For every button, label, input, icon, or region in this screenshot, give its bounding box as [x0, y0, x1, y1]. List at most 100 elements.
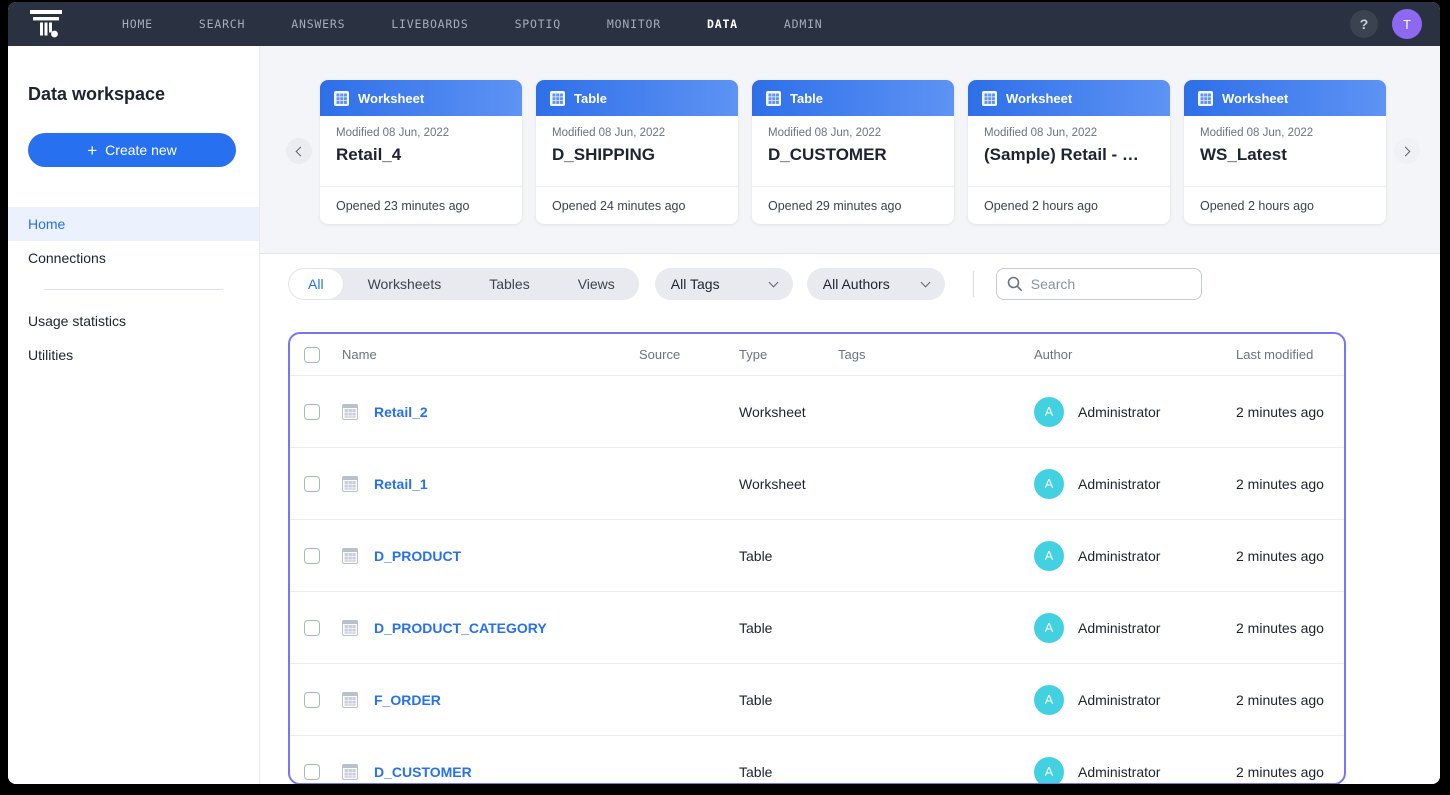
sidebar-item-usage-statistics[interactable]: Usage statistics: [8, 304, 259, 338]
nav-item-search[interactable]: SEARCH: [199, 17, 245, 31]
sidebar: Data workspace + Create new Home Connect…: [8, 46, 260, 784]
last-modified-cell: 2 minutes ago: [1236, 548, 1344, 564]
recent-card-retail-4[interactable]: Worksheet Modified 08 Jun, 2022 Retail_4…: [320, 80, 522, 224]
sidebar-item-home[interactable]: Home: [8, 207, 259, 241]
object-name-link[interactable]: Retail_1: [374, 476, 428, 492]
search-icon: [1007, 276, 1023, 292]
all-tags-dropdown[interactable]: All Tags: [655, 268, 793, 300]
card-title: Retail_4: [336, 145, 506, 165]
nav-item-monitor[interactable]: MONITOR: [607, 17, 661, 31]
chevron-down-icon: [768, 278, 778, 288]
author-name: Administrator: [1078, 692, 1160, 708]
all-authors-dropdown[interactable]: All Authors: [807, 268, 945, 300]
table-row: Retail_1 Worksheet A Administrator 2 min…: [290, 448, 1344, 520]
segment-worksheets[interactable]: Worksheets: [344, 268, 466, 300]
search-input[interactable]: [1031, 276, 1181, 292]
grid-table-icon: [334, 91, 349, 106]
grid-table-icon: [342, 620, 358, 636]
recent-cards: Worksheet Modified 08 Jun, 2022 Retail_4…: [320, 80, 1386, 224]
object-name-link[interactable]: F_ORDER: [374, 692, 441, 708]
row-checkbox[interactable]: [304, 620, 320, 636]
recent-card-d-customer[interactable]: Table Modified 08 Jun, 2022 D_CUSTOMER O…: [752, 80, 954, 224]
nav-item-liveboards[interactable]: LIVEBOARDS: [391, 17, 468, 31]
row-checkbox[interactable]: [304, 404, 320, 420]
card-opened-status: Opened 23 minutes ago: [320, 186, 522, 224]
row-checkbox[interactable]: [304, 764, 320, 780]
sidebar-divider: [44, 289, 223, 290]
card-opened-status: Opened 24 minutes ago: [536, 186, 738, 224]
search-box[interactable]: [996, 268, 1202, 300]
card-body: Modified 08 Jun, 2022 D_SHIPPING: [536, 116, 738, 186]
grid-table-icon: [342, 476, 358, 492]
author-avatar: A: [1034, 757, 1064, 785]
column-header-author[interactable]: Author: [1034, 347, 1236, 362]
object-name-link[interactable]: D_PRODUCT: [374, 548, 461, 564]
segment-all[interactable]: All: [288, 268, 344, 300]
thoughtspot-logo-icon[interactable]: [30, 9, 64, 39]
carousel-next-button[interactable]: [1394, 138, 1420, 164]
recent-card-ws-latest[interactable]: Worksheet Modified 08 Jun, 2022 WS_Lates…: [1184, 80, 1386, 224]
row-checkbox[interactable]: [304, 692, 320, 708]
card-modified-date: Modified 08 Jun, 2022: [1200, 127, 1370, 139]
recent-card-sample-retail[interactable]: Worksheet Modified 08 Jun, 2022 (Sample)…: [968, 80, 1170, 224]
card-body: Modified 08 Jun, 2022 WS_Latest: [1184, 116, 1386, 186]
create-new-label: Create new: [105, 142, 177, 158]
main-content: Worksheet Modified 08 Jun, 2022 Retail_4…: [260, 46, 1440, 784]
column-header-tags[interactable]: Tags: [838, 347, 1034, 362]
author-name: Administrator: [1078, 764, 1160, 780]
table-row: D_PRODUCT_CATEGORY Table A Administrator…: [290, 592, 1344, 664]
card-header: Table: [536, 80, 738, 116]
create-new-button[interactable]: + Create new: [28, 133, 236, 167]
card-modified-date: Modified 08 Jun, 2022: [552, 127, 722, 139]
nav-item-spotiq[interactable]: SPOTIQ: [515, 17, 561, 31]
user-avatar[interactable]: T: [1392, 9, 1422, 39]
column-header-type[interactable]: Type: [739, 347, 838, 362]
nav-item-data[interactable]: DATA: [707, 17, 738, 31]
logo-glyph: [30, 9, 62, 39]
last-modified-cell: 2 minutes ago: [1236, 620, 1344, 636]
sidebar-item-connections[interactable]: Connections: [8, 241, 259, 275]
type-cell: Worksheet: [739, 404, 838, 420]
grid-table-icon: [550, 91, 565, 106]
nav-item-admin[interactable]: ADMIN: [784, 17, 823, 31]
type-cell: Worksheet: [739, 476, 838, 492]
app-window: HOME SEARCH ANSWERS LIVEBOARDS SPOTIQ MO…: [8, 2, 1440, 784]
row-checkbox[interactable]: [304, 548, 320, 564]
object-name-link[interactable]: Retail_2: [374, 404, 428, 420]
select-all-checkbox[interactable]: [304, 347, 320, 363]
object-name-link[interactable]: D_PRODUCT_CATEGORY: [374, 620, 547, 636]
card-opened-status: Opened 2 hours ago: [968, 186, 1170, 224]
chevron-left-icon: [296, 146, 306, 156]
help-button[interactable]: ?: [1350, 10, 1378, 38]
type-cell: Table: [739, 620, 838, 636]
card-type-label: Table: [574, 91, 607, 106]
last-modified-cell: 2 minutes ago: [1236, 404, 1344, 420]
card-type-label: Worksheet: [1006, 91, 1072, 106]
nav-item-home[interactable]: HOME: [122, 17, 153, 31]
card-body: Modified 08 Jun, 2022 Retail_4: [320, 116, 522, 186]
grid-table-icon: [342, 692, 358, 708]
card-opened-status: Opened 2 hours ago: [1184, 186, 1386, 224]
card-header: Worksheet: [1184, 80, 1386, 116]
grid-table-icon: [342, 404, 358, 420]
column-header-source[interactable]: Source: [639, 347, 739, 362]
card-type-label: Worksheet: [358, 91, 424, 106]
last-modified-cell: 2 minutes ago: [1236, 476, 1344, 492]
type-filter-segmented-control: All Worksheets Tables Views: [288, 268, 639, 300]
card-body: Modified 08 Jun, 2022 (Sample) Retail - …: [968, 116, 1170, 186]
recent-card-d-shipping[interactable]: Table Modified 08 Jun, 2022 D_SHIPPING O…: [536, 80, 738, 224]
sidebar-item-utilities[interactable]: Utilities: [8, 338, 259, 372]
data-objects-table: Name Source Type Tags Author Last modifi…: [288, 332, 1346, 784]
segment-tables[interactable]: Tables: [465, 268, 553, 300]
segment-views[interactable]: Views: [554, 268, 639, 300]
carousel-prev-button[interactable]: [286, 138, 312, 164]
nav-item-answers[interactable]: ANSWERS: [291, 17, 345, 31]
row-checkbox[interactable]: [304, 476, 320, 492]
nav-right-controls: ? T: [1350, 2, 1422, 46]
column-header-last-modified[interactable]: Last modified: [1236, 347, 1344, 362]
column-header-name[interactable]: Name: [342, 347, 639, 362]
filter-bar: All Worksheets Tables Views All Tags All…: [288, 268, 1202, 300]
object-name-link[interactable]: D_CUSTOMER: [374, 764, 472, 780]
author-name: Administrator: [1078, 620, 1160, 636]
author-avatar: A: [1034, 613, 1064, 643]
